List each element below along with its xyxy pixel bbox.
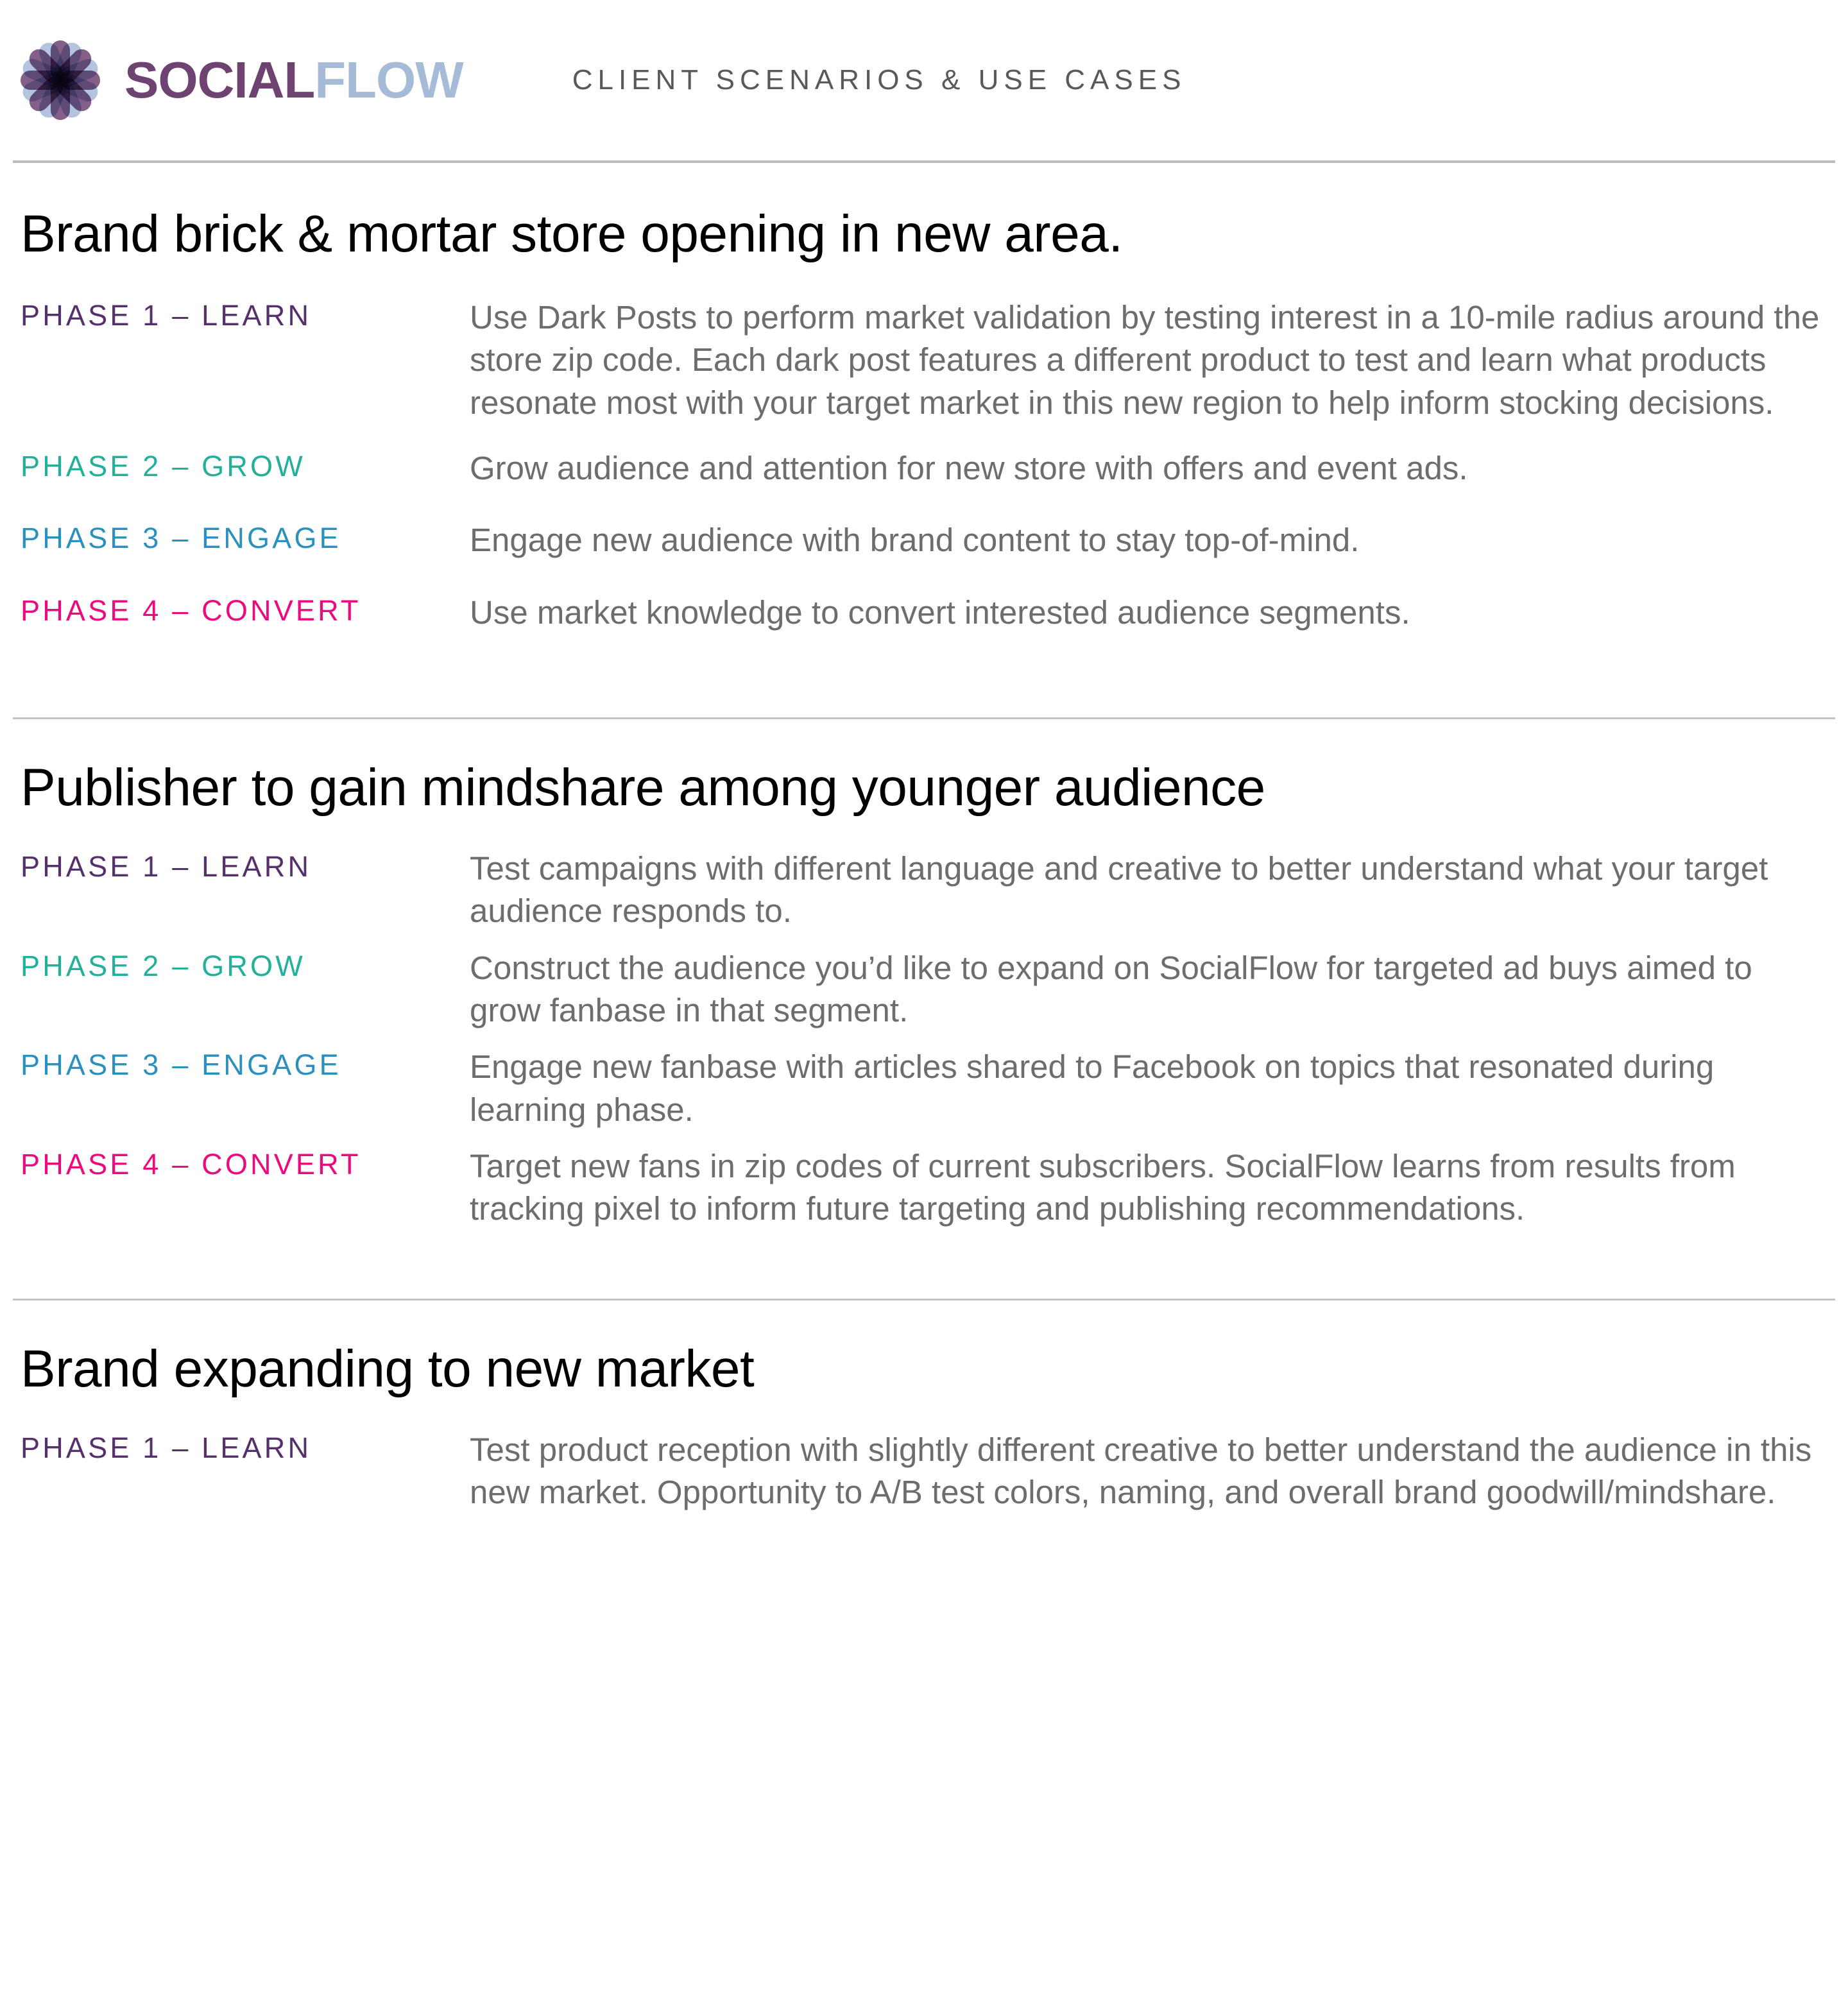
phase-description: Use Dark Posts to perform market validat…	[470, 299, 1820, 421]
sections-container: Brand brick & mortar store opening in ne…	[13, 205, 1835, 1514]
scenario-section: Publisher to gain mindshare among younge…	[13, 758, 1835, 1231]
brand-wordmark-flow: FLOW	[314, 51, 463, 108]
phase-row: PHASE 2 – GROW Construct the audience you…	[21, 947, 1827, 1032]
section-divider	[13, 1298, 1835, 1301]
phase-description: Target new fans in zip codes of current …	[470, 1147, 1736, 1227]
phase-row: PHASE 3 – ENGAGE Engage new fanbase with …	[21, 1046, 1827, 1131]
phase-row: PHASE 1 – LEARN Use Dark Posts to perform…	[21, 296, 1827, 424]
phase-label: PHASE 4 – CONVERT	[21, 1147, 361, 1181]
phase-description: Grow audience and attention for new stor…	[470, 450, 1468, 487]
phase-label: PHASE 1 – LEARN	[21, 299, 312, 332]
scenario-heading: Publisher to gain mindshare among younge…	[21, 758, 1265, 817]
brand-wordmark: SOCIALFLOW	[124, 55, 464, 106]
phase-description: Construct the audience you’d like to exp…	[470, 949, 1752, 1029]
phase-row: PHASE 1 – LEARN Test campaigns with diffe…	[21, 848, 1827, 933]
phase-label: PHASE 1 – LEARN	[21, 850, 312, 883]
section-divider	[13, 717, 1835, 719]
masthead: SOCIALFLOW CLIENT SCENARIOS & USE CASES	[13, 0, 1835, 160]
phase-label: PHASE 3 – ENGAGE	[21, 1048, 341, 1082]
phase-row: PHASE 3 – ENGAGE Engage new audience with…	[21, 519, 1827, 561]
page-title: CLIENT SCENARIOS & USE CASES	[572, 64, 1186, 96]
phase-label: PHASE 2 – GROW	[21, 450, 305, 483]
phase-description: Test campaigns with different language a…	[470, 850, 1768, 930]
phase-label: PHASE 2 – GROW	[21, 949, 305, 982]
phase-label: PHASE 3 – ENGAGE	[21, 522, 341, 555]
header-divider	[13, 160, 1835, 163]
phase-row: PHASE 1 – LEARN Test product reception wi…	[21, 1429, 1827, 1514]
bottom-padding	[13, 1528, 1835, 1553]
document-page: SOCIALFLOW CLIENT SCENARIOS & USE CASES …	[0, 0, 1848, 2005]
scenario-heading: Brand brick & mortar store opening in ne…	[21, 205, 1123, 263]
phase-row: PHASE 4 – CONVERT Use market knowledge to…	[21, 592, 1827, 634]
phase-row: PHASE 2 – GROW Grow audience and attentio…	[21, 447, 1827, 490]
socialflow-flower-icon	[19, 39, 101, 121]
brand-wordmark-social: SOCIAL	[124, 51, 315, 108]
scenario-section: Brand brick & mortar store opening in ne…	[13, 205, 1835, 634]
phase-description: Engage new fanbase with articles shared …	[470, 1048, 1715, 1128]
phase-label: PHASE 1 – LEARN	[21, 1431, 312, 1464]
scenario-heading: Brand expanding to new market	[21, 1339, 755, 1398]
scenario-section: Brand expanding to new market PHASE 1 – L…	[13, 1340, 1835, 1514]
phase-description: Use market knowledge to convert interest…	[470, 593, 1410, 631]
phase-description: Engage new audience with brand content t…	[470, 522, 1360, 559]
phase-description: Test product reception with slightly dif…	[470, 1431, 1812, 1511]
phase-row: PHASE 4 – CONVERT Target new fans in zip …	[21, 1145, 1827, 1231]
phase-label: PHASE 4 – CONVERT	[21, 593, 361, 627]
